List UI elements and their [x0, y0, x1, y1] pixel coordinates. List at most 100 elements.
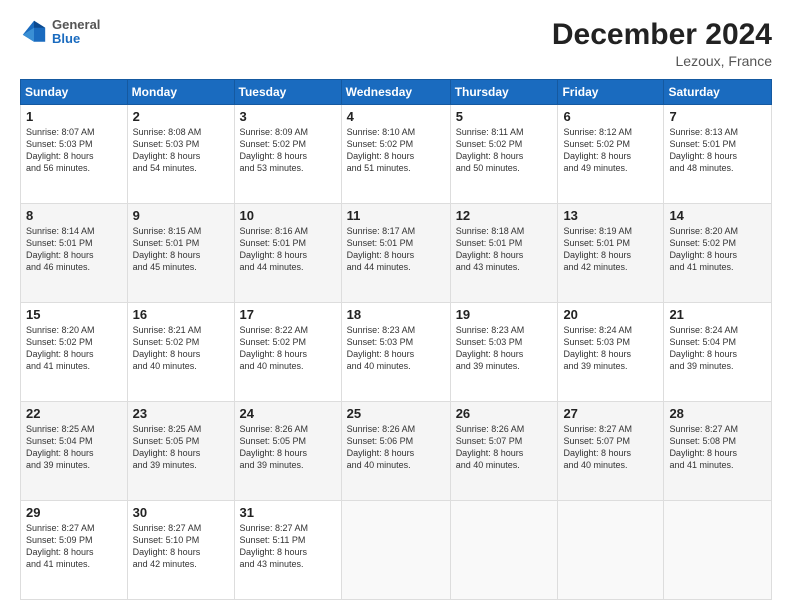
day-number: 17 [240, 307, 336, 322]
day-info: Sunrise: 8:19 AM Sunset: 5:01 PM Dayligh… [563, 225, 658, 274]
day-info: Sunrise: 8:15 AM Sunset: 5:01 PM Dayligh… [133, 225, 229, 274]
calendar-cell: 2 Sunrise: 8:08 AM Sunset: 5:03 PM Daylig… [127, 105, 234, 204]
day-number: 28 [669, 406, 766, 421]
day-info: Sunrise: 8:25 AM Sunset: 5:05 PM Dayligh… [133, 423, 229, 472]
day-number: 4 [347, 109, 445, 124]
calendar-cell: 4 Sunrise: 8:10 AM Sunset: 5:02 PM Daylig… [341, 105, 450, 204]
day-number: 2 [133, 109, 229, 124]
day-info: Sunrise: 8:13 AM Sunset: 5:01 PM Dayligh… [669, 126, 766, 175]
calendar-week-row: 8Sunrise: 8:14 AM Sunset: 5:01 PM Daylig… [21, 204, 772, 303]
calendar-cell: 6 Sunrise: 8:12 AM Sunset: 5:02 PM Daylig… [558, 105, 664, 204]
calendar-cell: 8Sunrise: 8:14 AM Sunset: 5:01 PM Daylig… [21, 204, 128, 303]
location: Lezoux, France [552, 53, 772, 69]
calendar-cell: 27 Sunrise: 8:27 AM Sunset: 5:07 PM Dayli… [558, 402, 664, 501]
day-number: 18 [347, 307, 445, 322]
day-info: Sunrise: 8:26 AM Sunset: 5:07 PM Dayligh… [456, 423, 553, 472]
calendar-cell: 15 Sunrise: 8:20 AM Sunset: 5:02 PM Dayli… [21, 303, 128, 402]
month-title: December 2024 [552, 18, 772, 51]
calendar-cell: 14 Sunrise: 8:20 AM Sunset: 5:02 PM Dayli… [664, 204, 772, 303]
calendar-cell: 29 Sunrise: 8:27 AM Sunset: 5:09 PM Dayli… [21, 501, 128, 600]
day-number: 19 [456, 307, 553, 322]
calendar-cell: 26 Sunrise: 8:26 AM Sunset: 5:07 PM Dayli… [450, 402, 558, 501]
day-number: 29 [26, 505, 122, 520]
calendar-week-row: 1Sunrise: 8:07 AM Sunset: 5:03 PM Daylig… [21, 105, 772, 204]
day-number: 14 [669, 208, 766, 223]
day-info: Sunrise: 8:24 AM Sunset: 5:03 PM Dayligh… [563, 324, 658, 373]
logo-text: General Blue [52, 18, 100, 47]
day-number: 10 [240, 208, 336, 223]
calendar-cell [664, 501, 772, 600]
calendar-week-row: 22Sunrise: 8:25 AM Sunset: 5:04 PM Dayli… [21, 402, 772, 501]
day-info: Sunrise: 8:17 AM Sunset: 5:01 PM Dayligh… [347, 225, 445, 274]
calendar-cell: 18 Sunrise: 8:23 AM Sunset: 5:03 PM Dayli… [341, 303, 450, 402]
day-info: Sunrise: 8:20 AM Sunset: 5:02 PM Dayligh… [669, 225, 766, 274]
calendar-cell: 23Sunrise: 8:25 AM Sunset: 5:05 PM Dayli… [127, 402, 234, 501]
day-info: Sunrise: 8:23 AM Sunset: 5:03 PM Dayligh… [347, 324, 445, 373]
day-number: 25 [347, 406, 445, 421]
day-info: Sunrise: 8:12 AM Sunset: 5:02 PM Dayligh… [563, 126, 658, 175]
day-number: 6 [563, 109, 658, 124]
calendar-weekday: Thursday [450, 80, 558, 105]
calendar-cell: 11 Sunrise: 8:17 AM Sunset: 5:01 PM Dayli… [341, 204, 450, 303]
calendar-cell: 19 Sunrise: 8:23 AM Sunset: 5:03 PM Dayli… [450, 303, 558, 402]
calendar-header-row: SundayMondayTuesdayWednesdayThursdayFrid… [21, 80, 772, 105]
day-number: 11 [347, 208, 445, 223]
calendar-cell: 9Sunrise: 8:15 AM Sunset: 5:01 PM Daylig… [127, 204, 234, 303]
day-number: 27 [563, 406, 658, 421]
calendar-weekday: Friday [558, 80, 664, 105]
calendar-weekday: Sunday [21, 80, 128, 105]
day-number: 13 [563, 208, 658, 223]
day-number: 20 [563, 307, 658, 322]
day-number: 8 [26, 208, 122, 223]
title-block: December 2024 Lezoux, France [552, 18, 772, 69]
day-number: 3 [240, 109, 336, 124]
logo-general: General [52, 18, 100, 32]
calendar-cell: 28 Sunrise: 8:27 AM Sunset: 5:08 PM Dayli… [664, 402, 772, 501]
day-number: 15 [26, 307, 122, 322]
calendar-cell: 17 Sunrise: 8:22 AM Sunset: 5:02 PM Dayli… [234, 303, 341, 402]
day-info: Sunrise: 8:08 AM Sunset: 5:03 PM Dayligh… [133, 126, 229, 175]
day-number: 26 [456, 406, 553, 421]
calendar-cell: 22Sunrise: 8:25 AM Sunset: 5:04 PM Dayli… [21, 402, 128, 501]
day-number: 21 [669, 307, 766, 322]
calendar-cell: 3 Sunrise: 8:09 AM Sunset: 5:02 PM Daylig… [234, 105, 341, 204]
day-number: 24 [240, 406, 336, 421]
logo: General Blue [20, 18, 100, 47]
day-info: Sunrise: 8:27 AM Sunset: 5:08 PM Dayligh… [669, 423, 766, 472]
calendar-weekday: Tuesday [234, 80, 341, 105]
calendar-weekday: Wednesday [341, 80, 450, 105]
calendar-cell: 10 Sunrise: 8:16 AM Sunset: 5:01 PM Dayli… [234, 204, 341, 303]
day-info: Sunrise: 8:23 AM Sunset: 5:03 PM Dayligh… [456, 324, 553, 373]
calendar-cell [558, 501, 664, 600]
day-number: 16 [133, 307, 229, 322]
calendar-weekday: Monday [127, 80, 234, 105]
day-info: Sunrise: 8:27 AM Sunset: 5:10 PM Dayligh… [133, 522, 229, 571]
day-number: 22 [26, 406, 122, 421]
calendar-cell: 31Sunrise: 8:27 AM Sunset: 5:11 PM Dayli… [234, 501, 341, 600]
day-info: Sunrise: 8:20 AM Sunset: 5:02 PM Dayligh… [26, 324, 122, 373]
calendar-cell: 30Sunrise: 8:27 AM Sunset: 5:10 PM Dayli… [127, 501, 234, 600]
calendar-cell: 1Sunrise: 8:07 AM Sunset: 5:03 PM Daylig… [21, 105, 128, 204]
calendar-weekday: Saturday [664, 80, 772, 105]
day-info: Sunrise: 8:09 AM Sunset: 5:02 PM Dayligh… [240, 126, 336, 175]
calendar-cell: 5Sunrise: 8:11 AM Sunset: 5:02 PM Daylig… [450, 105, 558, 204]
day-info: Sunrise: 8:27 AM Sunset: 5:09 PM Dayligh… [26, 522, 122, 571]
calendar-cell: 12 Sunrise: 8:18 AM Sunset: 5:01 PM Dayli… [450, 204, 558, 303]
calendar-cell: 20 Sunrise: 8:24 AM Sunset: 5:03 PM Dayli… [558, 303, 664, 402]
day-info: Sunrise: 8:18 AM Sunset: 5:01 PM Dayligh… [456, 225, 553, 274]
day-info: Sunrise: 8:10 AM Sunset: 5:02 PM Dayligh… [347, 126, 445, 175]
day-info: Sunrise: 8:26 AM Sunset: 5:06 PM Dayligh… [347, 423, 445, 472]
calendar-cell: 7Sunrise: 8:13 AM Sunset: 5:01 PM Daylig… [664, 105, 772, 204]
day-info: Sunrise: 8:16 AM Sunset: 5:01 PM Dayligh… [240, 225, 336, 274]
calendar-cell: 25 Sunrise: 8:26 AM Sunset: 5:06 PM Dayli… [341, 402, 450, 501]
day-info: Sunrise: 8:27 AM Sunset: 5:07 PM Dayligh… [563, 423, 658, 472]
day-number: 12 [456, 208, 553, 223]
day-info: Sunrise: 8:22 AM Sunset: 5:02 PM Dayligh… [240, 324, 336, 373]
day-number: 5 [456, 109, 553, 124]
day-info: Sunrise: 8:21 AM Sunset: 5:02 PM Dayligh… [133, 324, 229, 373]
day-info: Sunrise: 8:07 AM Sunset: 5:03 PM Dayligh… [26, 126, 122, 175]
page: General Blue December 2024 Lezoux, Franc… [0, 0, 792, 612]
day-info: Sunrise: 8:26 AM Sunset: 5:05 PM Dayligh… [240, 423, 336, 472]
calendar-cell: 13 Sunrise: 8:19 AM Sunset: 5:01 PM Dayli… [558, 204, 664, 303]
calendar-cell: 16 Sunrise: 8:21 AM Sunset: 5:02 PM Dayli… [127, 303, 234, 402]
